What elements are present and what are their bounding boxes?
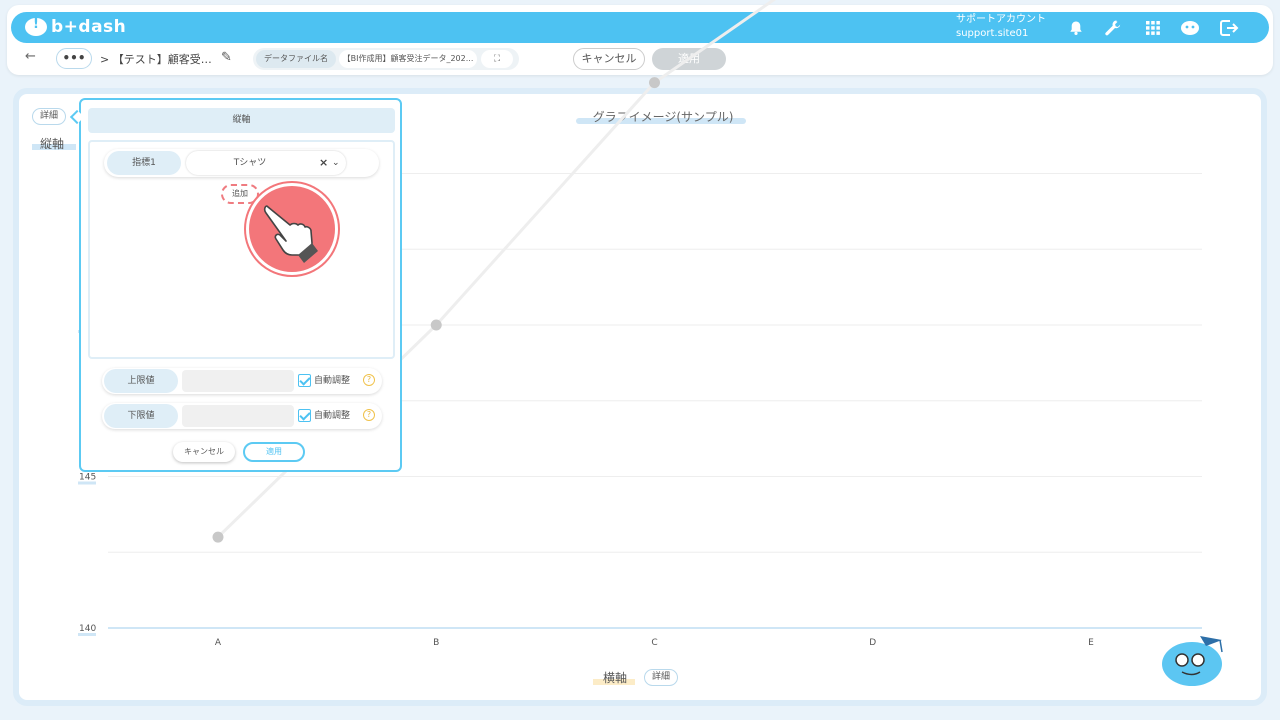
data-point	[212, 531, 224, 543]
mascot-icon[interactable]	[1160, 630, 1226, 690]
popup-header: 縦軸	[88, 108, 395, 133]
y-tick-label: 145	[79, 473, 96, 483]
x-category-label: E	[1088, 638, 1094, 648]
x-axis-detail-button[interactable]: 詳細	[644, 669, 679, 686]
pointer-hand-icon	[246, 183, 338, 275]
y-axis-settings-popup: 縦軸 指標1 Tシャツ × ⌄ 追加 上限値 自動調整 ? 下限値 自動調整 ?	[79, 98, 402, 472]
lower-auto-label: 自動調整	[314, 411, 351, 421]
lower-limit-input[interactable]	[182, 405, 294, 427]
upper-limit-label: 上限値	[104, 369, 178, 393]
clear-icon[interactable]: ×	[319, 151, 328, 175]
metric-label: 指標1	[107, 151, 181, 175]
chevron-down-icon[interactable]: ⌄	[332, 151, 340, 175]
data-point	[649, 77, 660, 89]
x-category-label: B	[433, 638, 439, 648]
upper-limit-input[interactable]	[182, 370, 294, 392]
metrics-area: 指標1 Tシャツ × ⌄ 追加	[88, 140, 395, 359]
x-category-label: C	[651, 638, 657, 648]
x-categories: A B C D E	[215, 638, 1094, 648]
lower-auto-checkbox[interactable]	[298, 409, 311, 422]
lower-limit-label: 下限値	[104, 404, 178, 428]
metric-select[interactable]: Tシャツ × ⌄	[186, 151, 346, 175]
y-tick-underline	[78, 633, 96, 636]
metric-row: 指標1 Tシャツ × ⌄	[104, 149, 379, 177]
y-tick-label: 140	[79, 624, 96, 634]
x-category-label: A	[215, 638, 222, 648]
upper-limit-row: 上限値 自動調整 ?	[102, 368, 382, 394]
help-icon[interactable]: ?	[363, 409, 375, 421]
metric-value: Tシャツ	[233, 158, 267, 168]
upper-auto-checkbox[interactable]	[298, 374, 311, 387]
x-axis-label[interactable]: 横軸	[603, 669, 627, 686]
y-tick-underline	[78, 481, 96, 485]
x-category-label: D	[869, 638, 876, 648]
data-point	[430, 319, 442, 331]
lower-limit-row: 下限値 自動調整 ?	[102, 403, 382, 429]
help-icon[interactable]: ?	[363, 374, 375, 386]
popup-cancel-button[interactable]: キャンセル	[173, 442, 235, 462]
upper-auto-label: 自動調整	[314, 376, 351, 386]
popup-apply-button[interactable]: 適用	[243, 442, 305, 462]
